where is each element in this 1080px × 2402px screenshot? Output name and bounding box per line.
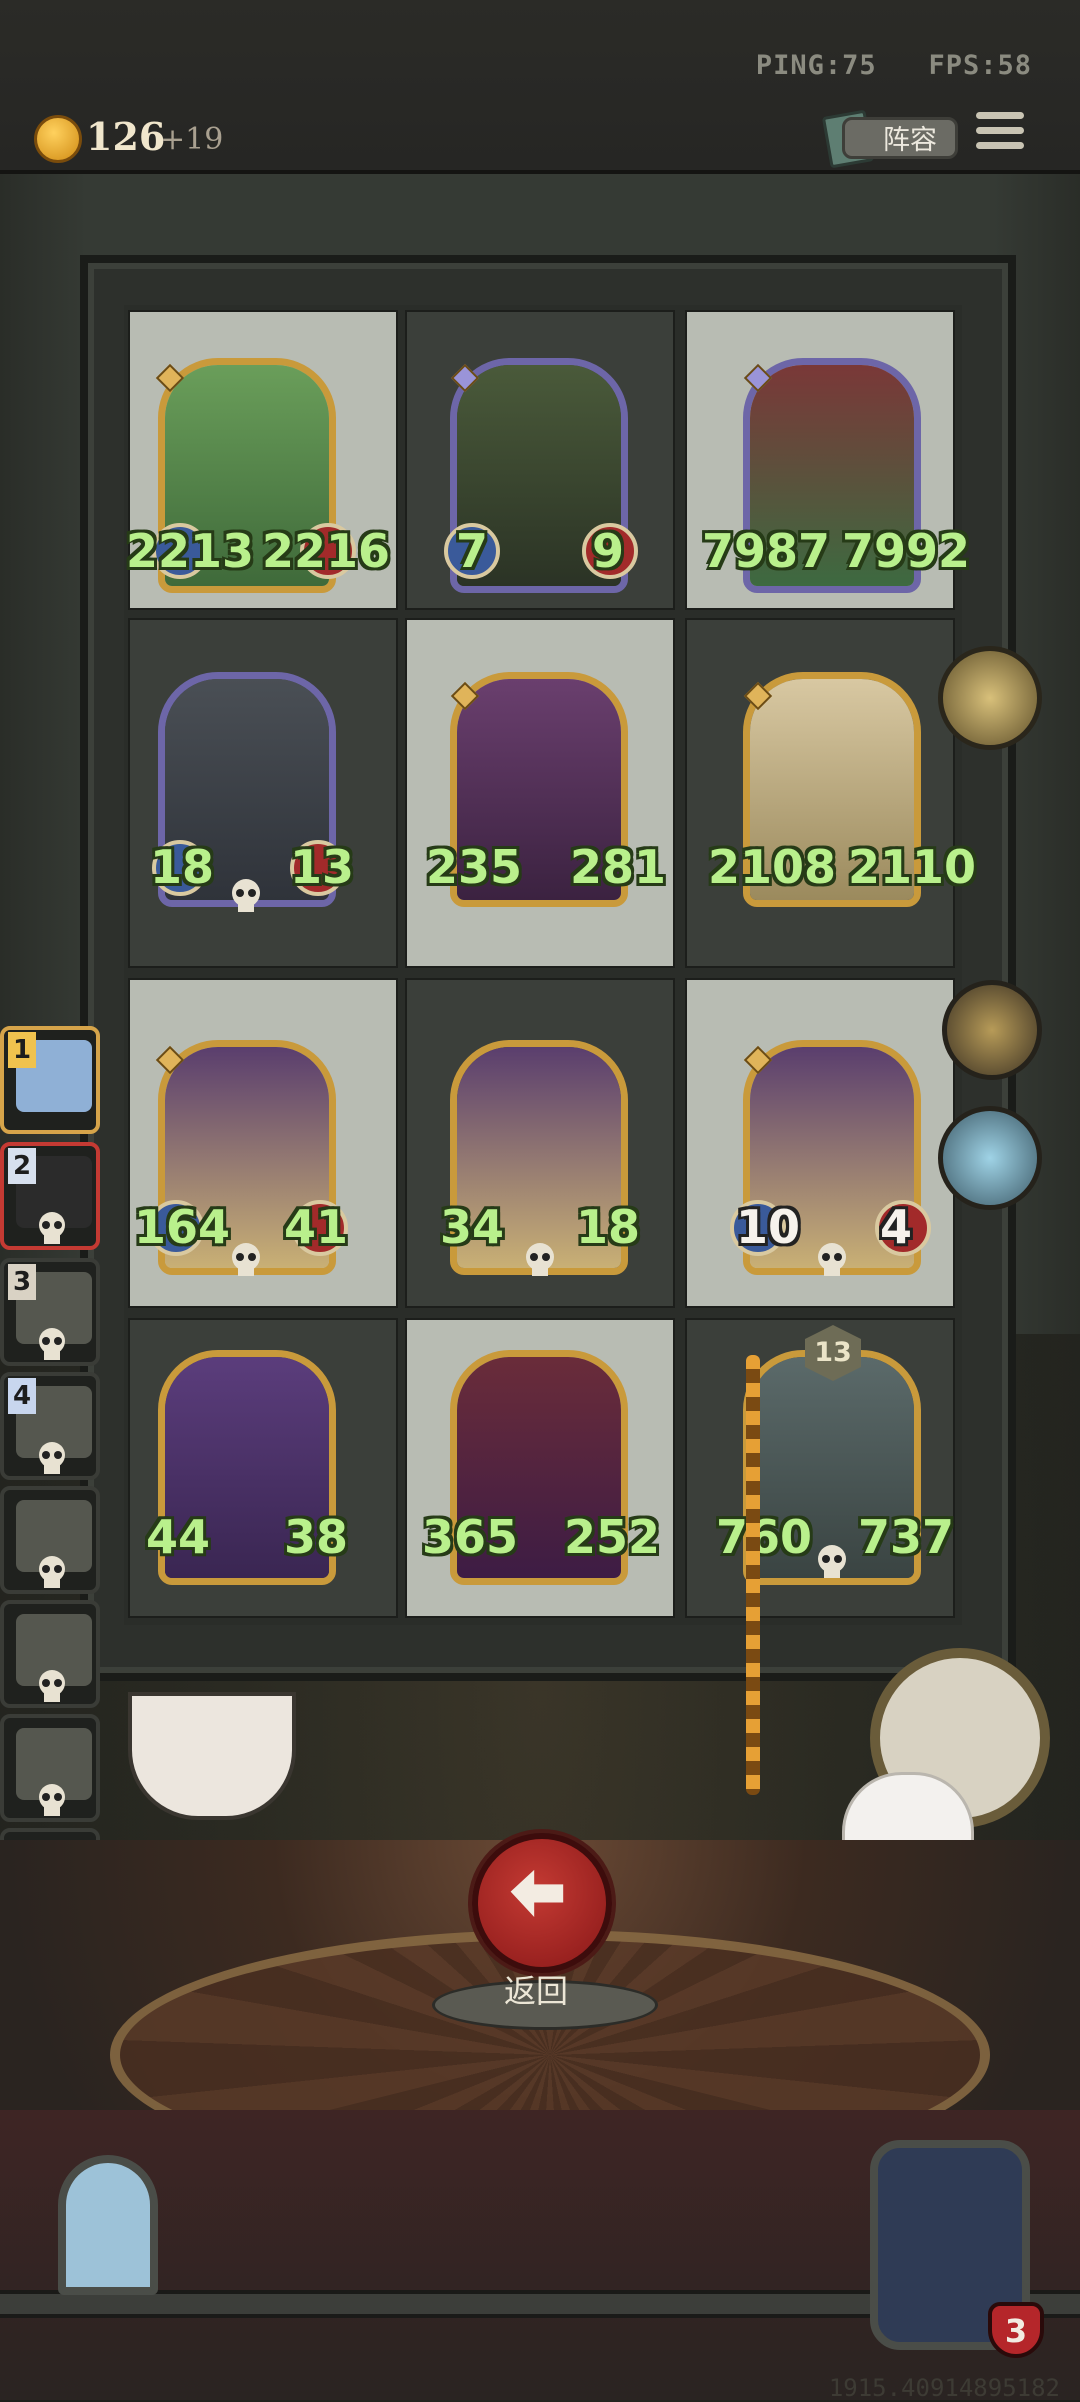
lineup-label: 阵容 <box>883 125 937 156</box>
unit-attack: 34 <box>440 1200 505 1254</box>
top-bar: PING:75 FPS:58 126 +19 阵容 <box>0 0 1080 174</box>
ping-text: PING:75 <box>755 50 877 81</box>
skull-icon <box>39 1212 65 1244</box>
menu-bar-icon <box>976 142 1024 149</box>
unit-attack: 365 <box>422 1510 519 1564</box>
skull-icon <box>39 1328 65 1360</box>
unit-health: 13 <box>290 840 355 894</box>
skull-icon <box>526 1243 554 1276</box>
unit-attack: 2213 <box>126 524 255 578</box>
lineup-button[interactable]: 阵容 <box>842 117 958 159</box>
roster-slot[interactable]: 4 <box>0 1372 100 1480</box>
teacup-decoration <box>128 1692 296 1820</box>
player-level-badge: 3 <box>988 2302 1044 2358</box>
gold-chain <box>746 1355 760 1795</box>
crystal-orb-button[interactable] <box>938 1106 1042 1210</box>
skull-icon <box>39 1556 65 1588</box>
unit-attack: 7987 <box>702 524 831 578</box>
roster-slot[interactable]: 3 <box>0 1258 100 1366</box>
unit-health: 38 <box>284 1510 349 1564</box>
roster-slot[interactable] <box>0 1600 100 1708</box>
unit-health: 41 <box>284 1200 349 1254</box>
unit-attack: 235 <box>426 840 523 894</box>
unit-health: 9 <box>592 524 625 578</box>
skull-icon <box>818 1243 846 1276</box>
roster-number: 2 <box>8 1148 36 1184</box>
opponent-portrait[interactable] <box>58 2155 158 2295</box>
gold-increment: +19 <box>160 122 224 157</box>
unit-health: 252 <box>564 1510 661 1564</box>
unit-attack: 10 <box>736 1200 801 1254</box>
return-button[interactable] <box>472 1833 612 1973</box>
menu-button[interactable] <box>976 112 1024 156</box>
skull-icon <box>232 1243 260 1276</box>
unit-health: 2110 <box>848 840 977 894</box>
skull-icon <box>39 1784 65 1816</box>
unit-health: 737 <box>858 1510 955 1564</box>
unit-attack: 18 <box>150 840 215 894</box>
network-status: PING:75 FPS:58 <box>756 50 1032 81</box>
arrow-left-icon <box>510 1869 564 1917</box>
return-label: 返回 <box>503 1972 568 2010</box>
coin-icon <box>34 115 82 163</box>
footer-id: 1915.40914895182 <box>828 2374 1060 2402</box>
pocket-watch-button[interactable] <box>942 980 1042 1080</box>
unit-attack: 760 <box>716 1510 813 1564</box>
gold-amount: 126 <box>86 114 166 159</box>
unit-health: 4 <box>880 1200 913 1254</box>
roster-number: 1 <box>8 1032 36 1068</box>
fps-text: FPS:58 <box>928 50 1032 81</box>
skull-icon <box>818 1545 846 1578</box>
unit-attack: 2108 <box>708 840 837 894</box>
roster-slot[interactable]: 2 <box>0 1142 100 1250</box>
roster-number: 4 <box>8 1378 36 1414</box>
roster-slot[interactable] <box>0 1486 100 1594</box>
unit-attack: 44 <box>146 1510 211 1564</box>
unit-health: 18 <box>576 1200 641 1254</box>
menu-bar-icon <box>976 127 1024 134</box>
unit-health: 7992 <box>842 524 971 578</box>
menu-bar-icon <box>976 112 1024 119</box>
unit-attack: 164 <box>134 1200 231 1254</box>
roster-slot[interactable]: 1 <box>0 1026 100 1134</box>
unit-health: 281 <box>570 840 667 894</box>
lightning-ability-button[interactable] <box>938 646 1042 750</box>
skull-icon <box>232 879 260 912</box>
roster-slot[interactable] <box>0 1714 100 1822</box>
skull-icon <box>39 1442 65 1474</box>
unit-health: 2216 <box>262 524 391 578</box>
skull-icon <box>39 1670 65 1702</box>
roster-number: 3 <box>8 1264 36 1300</box>
unit-attack: 7 <box>456 524 489 578</box>
